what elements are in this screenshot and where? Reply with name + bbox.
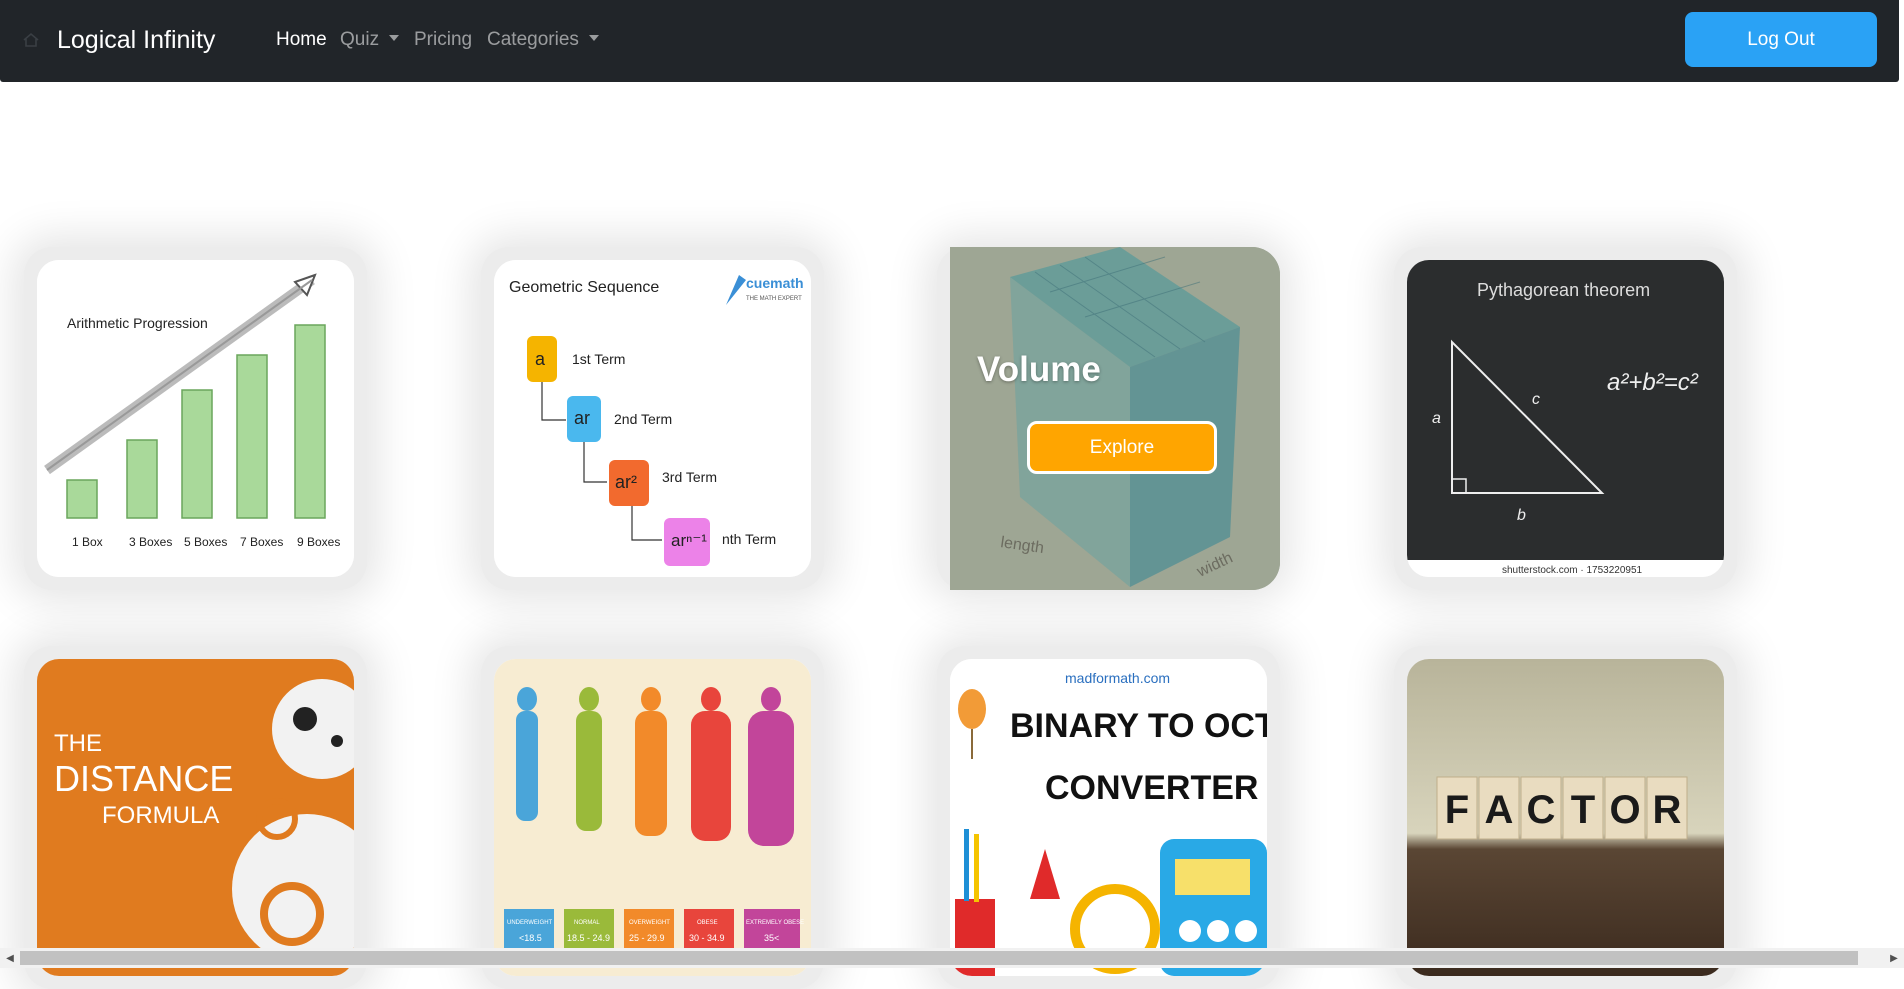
gs-label-1: 1st Term (572, 351, 625, 367)
bmi-range-1: <18.5 (519, 933, 542, 943)
scroll-left-icon[interactable]: ◀ (0, 948, 20, 968)
pt-formula: a²+b²=c² (1607, 369, 1699, 396)
card-volume[interactable]: length width Volume Explore (937, 247, 1280, 590)
bmi-cat-3: OVERWEIGHT (629, 920, 670, 926)
bmi-cat-5: EXTREMELY OBESE (746, 920, 804, 926)
home-icon[interactable] (22, 31, 40, 49)
card-image: THE DISTANCE FORMULA (37, 659, 354, 976)
ap-label-3: 5 Boxes (184, 535, 227, 549)
brand-link[interactable]: Logical Infinity (57, 25, 215, 55)
explore-button[interactable]: Explore (1027, 421, 1217, 474)
card-image: madformath.com BINARY TO OCTAL CONVERTER (950, 659, 1267, 976)
distance-formula-illustration: THE DISTANCE FORMULA (37, 659, 354, 976)
factor-letter-3: C (1527, 788, 1556, 832)
chevron-down-icon (588, 35, 599, 41)
pt-side-a: a (1432, 410, 1441, 427)
navbar: Logical Infinity Home Quiz Pricing Categ… (0, 0, 1899, 82)
card-arithmetic-progression[interactable]: Arithmetic Progression 1 Box 3 Boxes 5 B… (24, 247, 367, 590)
pt-side-c: c (1532, 391, 1540, 408)
card-distance-formula[interactable]: THE DISTANCE FORMULA (24, 646, 367, 989)
bo-site: madformath.com (1065, 670, 1170, 686)
gs-term-ar: ar (574, 408, 590, 428)
factor-illustration: F A C T O R (1407, 659, 1724, 976)
nav-home[interactable]: Home (276, 28, 327, 52)
page-edge (1899, 0, 1904, 948)
nav-pricing[interactable]: Pricing (414, 28, 472, 52)
gs-label-2: 2nd Term (614, 411, 672, 427)
factor-letter-2: A (1485, 788, 1514, 832)
nav-categories-dropdown[interactable]: Categories (487, 28, 599, 52)
card-image: UNDERWEIGHT NORMAL OVERWEIGHT OBESE EXTR… (494, 659, 811, 976)
horizontal-scrollbar[interactable]: ◀ ▶ (0, 948, 1904, 968)
card-image: length width (950, 247, 1280, 590)
pt-title: Pythagorean theorem (1477, 280, 1650, 300)
card-image: Arithmetic Progression 1 Box 3 Boxes 5 B… (37, 260, 354, 577)
card-image: F A C T O R (1407, 659, 1724, 976)
bmi-range-4: 30 - 34.9 (689, 933, 725, 943)
card-binary-to-octal[interactable]: madformath.com BINARY TO OCTAL CONVERTER (937, 646, 1280, 989)
factor-letter-5: O (1609, 788, 1640, 832)
df-line1: THE (54, 730, 102, 757)
gs-label-4: nth Term (722, 531, 776, 547)
card-factor[interactable]: F A C T O R (1394, 646, 1737, 989)
ap-label-2: 3 Boxes (129, 535, 172, 549)
gs-title: Geometric Sequence (509, 279, 659, 296)
nav-quiz-dropdown[interactable]: Quiz (340, 28, 400, 52)
gs-term-ar2: ar² (615, 472, 637, 492)
df-line3: FORMULA (102, 802, 219, 829)
ap-title: Arithmetic Progression (67, 315, 208, 331)
card-image: Pythagorean theorem a b c a²+b²=c² shutt… (1407, 260, 1724, 577)
factor-letter-1: F (1445, 788, 1469, 832)
ap-label-1: 1 Box (72, 535, 103, 549)
binary-octal-illustration: madformath.com BINARY TO OCTAL CONVERTER (950, 659, 1267, 976)
bmi-cat-4: OBESE (697, 920, 718, 926)
card-title: Volume (977, 350, 1101, 389)
logout-button[interactable]: Log Out (1685, 12, 1877, 67)
pt-credit: shutterstock.com · 1753220951 (1502, 565, 1643, 576)
factor-letter-6: R (1653, 788, 1682, 832)
ap-label-5: 9 Boxes (297, 535, 340, 549)
factor-letter-4: T (1571, 788, 1595, 832)
gs-label-3: 3rd Term (662, 469, 717, 485)
pythagorean-illustration: Pythagorean theorem a b c a²+b²=c² shutt… (1407, 260, 1724, 577)
scroll-right-icon[interactable]: ▶ (1884, 948, 1904, 968)
gs-term-a: a (535, 349, 546, 369)
nav-categories-label: Categories (487, 29, 579, 50)
ap-label-4: 7 Boxes (240, 535, 283, 549)
bmi-cat-1: UNDERWEIGHT (507, 920, 553, 926)
card-image: Geometric Sequence cuemath THE MATH EXPE… (494, 260, 811, 577)
gs-brand-tag: THE MATH EXPERT (746, 296, 802, 302)
bmi-range-5: 35< (764, 933, 779, 943)
bo-line2: CONVERTER (1045, 769, 1258, 807)
pt-side-b: b (1517, 507, 1526, 524)
geometric-sequence-illustration: Geometric Sequence cuemath THE MATH EXPE… (494, 260, 811, 577)
bmi-cat-2: NORMAL (574, 920, 600, 926)
nav-quiz-label: Quiz (340, 29, 380, 50)
volume-illustration: length width (950, 247, 1280, 590)
bmi-illustration: UNDERWEIGHT NORMAL OVERWEIGHT OBESE EXTR… (494, 659, 811, 976)
gs-term-arn: arⁿ⁻¹ (671, 531, 707, 550)
chevron-down-icon (389, 35, 400, 41)
gs-brand: cuemath (746, 275, 804, 291)
arithmetic-progression-illustration: Arithmetic Progression 1 Box 3 Boxes 5 B… (37, 260, 354, 577)
card-pythagorean-theorem[interactable]: Pythagorean theorem a b c a²+b²=c² shutt… (1394, 247, 1737, 590)
card-bmi[interactable]: UNDERWEIGHT NORMAL OVERWEIGHT OBESE EXTR… (481, 646, 824, 989)
bmi-range-3: 25 - 29.9 (629, 933, 665, 943)
bo-line1: BINARY TO OCTAL (1010, 707, 1267, 745)
card-geometric-sequence[interactable]: Geometric Sequence cuemath THE MATH EXPE… (481, 247, 824, 590)
bmi-range-2: 18.5 - 24.9 (567, 933, 610, 943)
scrollbar-thumb[interactable] (20, 951, 1858, 965)
df-line2: DISTANCE (54, 758, 233, 799)
